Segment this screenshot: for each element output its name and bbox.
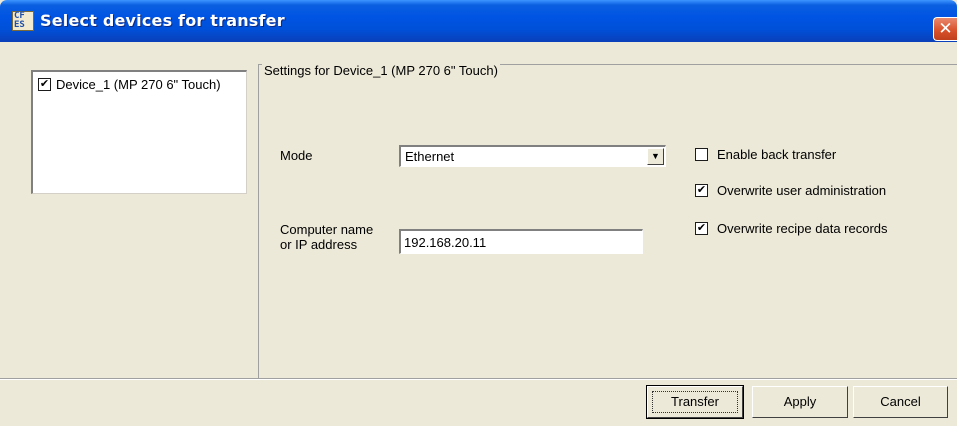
title-bar: CF ES Select devices for transfer ✕	[0, 0, 957, 42]
overwrite-user-admin-checkbox[interactable]: ✔	[695, 184, 708, 197]
computer-name-label-line1: Computer name	[280, 222, 374, 237]
close-icon: ✕	[938, 19, 953, 39]
transfer-button[interactable]: Transfer	[646, 385, 744, 419]
enable-back-transfer-option[interactable]: Enable back transfer	[695, 147, 836, 162]
overwrite-user-admin-option[interactable]: ✔ Overwrite user administration	[695, 183, 886, 198]
chevron-down-icon: ▼	[651, 151, 660, 161]
overwrite-recipe-option[interactable]: ✔ Overwrite recipe data records	[695, 221, 888, 236]
enable-back-transfer-label: Enable back transfer	[717, 147, 837, 162]
mode-label: Mode	[280, 148, 313, 163]
window-title: Select devices for transfer	[40, 11, 285, 30]
app-icon-text-bottom: ES	[14, 20, 25, 30]
app-icon: CF ES	[12, 11, 34, 31]
device-checkbox[interactable]: ✔	[38, 78, 51, 91]
overwrite-recipe-checkbox[interactable]: ✔	[695, 222, 708, 235]
dropdown-arrow-button[interactable]: ▼	[647, 148, 664, 165]
device-list[interactable]: ✔ Device_1 (MP 270 6" Touch)	[31, 70, 247, 194]
computer-name-label: Computer name or IP address	[280, 222, 373, 252]
apply-button[interactable]: Apply	[752, 386, 848, 418]
device-label: Device_1 (MP 270 6" Touch)	[56, 77, 221, 92]
mode-select-value: Ethernet	[405, 149, 455, 164]
bottom-divider-highlight	[0, 379, 957, 380]
computer-name-label-line2: or IP address	[280, 237, 358, 252]
overwrite-user-admin-label: Overwrite user administration	[717, 183, 887, 198]
mode-select[interactable]: Ethernet ▼	[399, 145, 666, 167]
overwrite-recipe-label: Overwrite recipe data records	[717, 221, 888, 236]
settings-group-title: Settings for Device_1 (MP 270 6" Touch)	[262, 63, 500, 78]
close-button[interactable]: ✕	[933, 17, 957, 41]
ip-address-input[interactable]	[399, 229, 643, 254]
cancel-button[interactable]: Cancel	[853, 386, 948, 418]
device-item[interactable]: ✔ Device_1 (MP 270 6" Touch)	[38, 77, 221, 92]
enable-back-transfer-checkbox[interactable]	[695, 148, 708, 161]
focus-rect	[652, 391, 738, 413]
